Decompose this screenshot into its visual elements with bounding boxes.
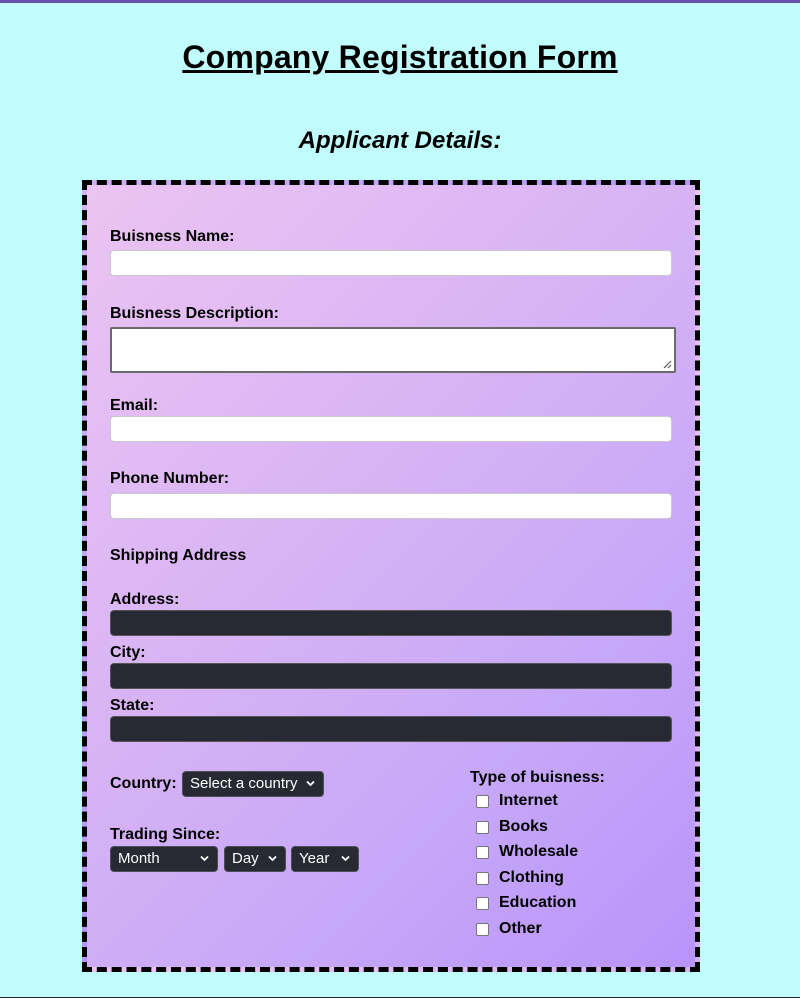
- chevron-down-icon: [200, 855, 209, 862]
- shipping-address-heading: Shipping Address: [110, 547, 247, 564]
- chevron-down-icon: [341, 855, 350, 862]
- checkbox[interactable]: [476, 871, 489, 885]
- resize-grip-icon[interactable]: [662, 359, 672, 369]
- city-input[interactable]: [110, 663, 672, 689]
- business-type-option-other[interactable]: Other: [476, 919, 542, 939]
- chevron-down-icon: [306, 780, 315, 787]
- business-type-option-clothing[interactable]: Clothing: [476, 868, 564, 888]
- business-type-option-label: Books: [499, 818, 548, 835]
- business-type-label: Type of buisness:: [470, 769, 605, 786]
- section-subtitle: Applicant Details:: [298, 127, 502, 154]
- day-select[interactable]: Day: [224, 846, 286, 872]
- day-select-value: Day: [232, 850, 259, 867]
- country-select-value: Select a country: [190, 775, 298, 792]
- page-title: Company Registration Form: [182, 39, 618, 75]
- month-select[interactable]: Month: [110, 846, 218, 872]
- phone-number-input[interactable]: [110, 493, 672, 519]
- email-label: Email:: [110, 397, 159, 414]
- business-type-option-label: Wholesale: [499, 843, 579, 860]
- address-label: Address:: [110, 591, 180, 608]
- business-description-textarea[interactable]: [110, 327, 676, 373]
- checkbox[interactable]: [476, 845, 489, 859]
- chevron-down-icon: [268, 855, 277, 862]
- phone-number-label: Phone Number:: [110, 470, 230, 487]
- business-name-label: Buisness Name:: [110, 228, 235, 245]
- year-select[interactable]: Year: [291, 846, 359, 872]
- registration-form: Buisness Name: Buisness Description: Ema…: [82, 180, 700, 972]
- address-input[interactable]: [110, 610, 672, 636]
- business-type-option-label: Education: [499, 894, 577, 911]
- country-label: Country:: [110, 775, 177, 792]
- business-type-option-internet[interactable]: Internet: [476, 791, 558, 811]
- checkbox[interactable]: [476, 794, 489, 808]
- state-input[interactable]: [110, 716, 672, 742]
- month-select-value: Month: [118, 850, 160, 867]
- business-type-option-label: Other: [499, 920, 542, 937]
- checkbox[interactable]: [476, 820, 489, 834]
- business-type-option-wholesale[interactable]: Wholesale: [476, 842, 578, 862]
- business-name-input[interactable]: [110, 250, 672, 276]
- checkbox[interactable]: [476, 896, 489, 910]
- email-input[interactable]: [110, 416, 672, 442]
- business-description-label: Buisness Description:: [110, 305, 279, 322]
- business-type-option-label: Clothing: [499, 869, 564, 886]
- trading-since-label: Trading Since:: [110, 826, 221, 843]
- checkbox[interactable]: [476, 922, 489, 936]
- business-type-option-books[interactable]: Books: [476, 817, 548, 837]
- year-select-value: Year: [299, 850, 330, 867]
- business-type-option-label: Internet: [499, 792, 558, 809]
- country-select[interactable]: Select a country: [182, 771, 324, 797]
- city-label: City:: [110, 644, 146, 661]
- business-type-option-education[interactable]: Education: [476, 893, 576, 913]
- state-label: State:: [110, 697, 155, 714]
